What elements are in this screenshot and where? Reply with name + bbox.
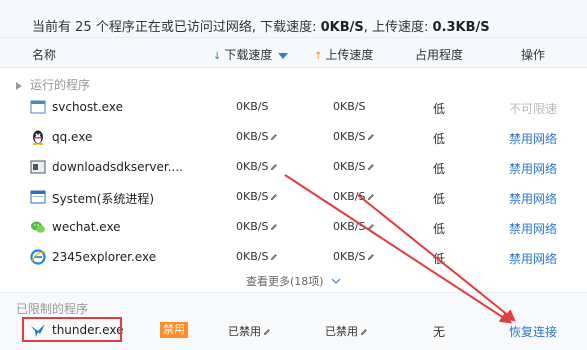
disable-network-button[interactable]: 禁用网络 [509, 160, 557, 177]
upload-speed-text: 0KB/S [333, 190, 366, 203]
usage-level: 低 [433, 252, 446, 266]
download-speed-text: 0KB/S [236, 100, 269, 113]
running-section-toggle[interactable]: 运行的程序 [0, 76, 587, 93]
edit-pencil-icon [368, 134, 375, 140]
system-window-icon [30, 190, 46, 204]
edit-pencil-icon [264, 329, 270, 335]
ie-browser-icon [30, 249, 46, 265]
network-summary: 当前有 25 个程序正在或已访问过网络, 下载速度: 0KB/S, 上传速度: … [0, 0, 587, 38]
sort-desc-icon [278, 52, 289, 59]
download-speed-text: 0KB/S [236, 190, 269, 203]
download-speed-cell[interactable]: 0KB/S [236, 160, 278, 173]
disable-network-button[interactable]: 禁用网络 [509, 190, 557, 207]
disable-network-button[interactable]: 禁用网络 [509, 220, 557, 237]
app-window-icon [30, 160, 46, 174]
upload-speed-text: 0KB/S [333, 130, 366, 143]
table-row: wechat.exe 0KB/S 0KB/S 低 禁用网络 [0, 212, 587, 242]
chevron-down-icon [331, 278, 341, 284]
download-speed-text: 0KB/S [236, 220, 269, 233]
expand-triangle-icon [16, 81, 22, 90]
usage-level: 低 [433, 222, 446, 236]
upload-speed-cell: 0KB/S [333, 100, 365, 113]
upload-speed-text: 0KB/S [333, 100, 366, 113]
disable-network-button[interactable]: 禁用网络 [509, 250, 557, 267]
no-limit-label: 不可限速 [509, 102, 558, 116]
header-upload-label: 上传速度 [325, 48, 374, 62]
download-speed-cell[interactable]: 0KB/S [236, 130, 278, 143]
highlight-box [22, 317, 122, 342]
upload-speed-text: 0KB/S [333, 160, 366, 173]
process-name: System(系统进程) [52, 192, 155, 206]
disabled-badge: 禁用 [160, 322, 188, 338]
restore-connection-button[interactable]: 恢复连接 [509, 323, 557, 340]
edit-pencil-icon [271, 194, 278, 200]
wechat-icon [31, 221, 45, 233]
window-icon [30, 100, 46, 114]
usage-level: 无 [433, 325, 446, 339]
upload-speed-cell[interactable]: 0KB/S [333, 160, 375, 173]
table-row: svchost.exe 0KB/S 0KB/S 低 不可限速 [0, 92, 587, 122]
summary-prefix: 当前有 [32, 20, 76, 35]
table-header: 名称 ↓ 下载速度 ↑ 上传速度 占用程度 操作 [0, 38, 587, 68]
program-count: 25 [75, 20, 92, 35]
edit-pencil-icon [271, 164, 278, 170]
upload-limit-text: 已禁用 [325, 325, 358, 338]
process-name: 2345explorer.exe [52, 250, 157, 264]
edit-pencil-icon [368, 164, 375, 170]
usage-level: 低 [433, 192, 446, 206]
disable-network-button[interactable]: 禁用网络 [509, 130, 557, 147]
show-more-label: 查看更多(18项) [245, 275, 324, 288]
upload-speed-cell[interactable]: 0KB/S [333, 220, 375, 233]
edit-pencil-icon [271, 224, 278, 230]
edit-pencil-icon [361, 329, 367, 335]
header-download-label: 下载速度 [224, 48, 273, 62]
download-arrow-icon: ↓ [213, 51, 222, 62]
upload-speed-cell[interactable]: 0KB/S [333, 130, 375, 143]
limited-section-text: 已限制的程序 [16, 302, 89, 316]
edit-pencil-icon [368, 254, 375, 260]
download-speed-text: 0KB/S [236, 130, 269, 143]
download-limit-value[interactable]: 已禁用 [228, 323, 271, 339]
process-name: qq.exe [52, 130, 93, 144]
table-row: System(系统进程) 0KB/S 0KB/S 低 禁用网络 [0, 182, 587, 212]
header-upload-speed[interactable]: ↑ 上传速度 [314, 46, 373, 63]
download-speed-cell[interactable]: 0KB/S [236, 220, 278, 233]
summary-text-2: , 上传速度: [363, 20, 433, 35]
download-speed-cell[interactable]: 0KB/S [236, 190, 278, 203]
download-speed-text: 0KB/S [236, 160, 269, 173]
upload-speed-cell[interactable]: 0KB/S [333, 250, 375, 263]
usage-level: 低 [433, 162, 446, 176]
header-name[interactable]: 名称 [32, 46, 56, 63]
edit-pencil-icon [368, 224, 375, 230]
summary-text: 个程序正在或已访问过网络, 下载速度: [91, 20, 321, 35]
edit-pencil-icon [368, 194, 375, 200]
qq-penguin-icon [32, 130, 44, 145]
download-limit-text: 已禁用 [228, 325, 261, 338]
usage-level: 低 [433, 132, 446, 146]
running-section-label: 运行的程序 [30, 78, 91, 92]
usage-level: 低 [433, 102, 446, 116]
total-download-speed: 0KB/S [320, 20, 364, 35]
process-name: wechat.exe [52, 220, 121, 234]
download-speed-cell[interactable]: 0KB/S [236, 250, 278, 263]
table-row: qq.exe 0KB/S 0KB/S 低 禁用网络 [0, 122, 587, 152]
upload-limit-value[interactable]: 已禁用 [325, 323, 368, 339]
show-more-link[interactable]: 查看更多(18项) [0, 268, 587, 290]
table-row: downloadsdkserver.... 0KB/S 0KB/S 低 禁用网络 [0, 152, 587, 182]
header-usage[interactable]: 占用程度 [415, 46, 463, 63]
total-upload-speed: 0.3KB/S [432, 20, 490, 35]
upload-arrow-icon: ↑ [314, 51, 323, 62]
download-speed-text: 0KB/S [236, 250, 269, 263]
edit-pencil-icon [271, 254, 278, 260]
upload-speed-text: 0KB/S [333, 220, 366, 233]
edit-pencil-icon [271, 134, 278, 140]
process-name: downloadsdkserver.... [52, 160, 183, 174]
process-name: svchost.exe [52, 100, 123, 114]
header-download-speed[interactable]: ↓ 下载速度 [213, 46, 289, 63]
download-speed-cell: 0KB/S [236, 100, 268, 113]
upload-speed-text: 0KB/S [333, 250, 366, 263]
upload-speed-cell[interactable]: 0KB/S [333, 190, 375, 203]
header-action: 操作 [521, 48, 546, 62]
